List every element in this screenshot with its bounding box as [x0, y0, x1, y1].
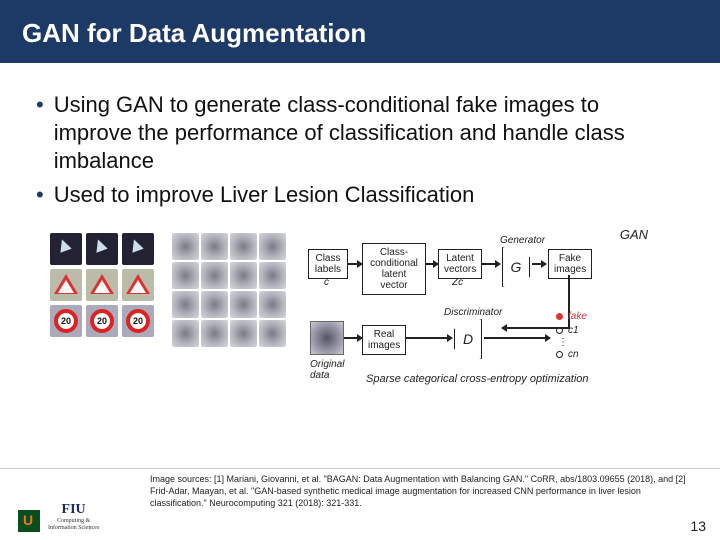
- sign-thumbnail: 20: [122, 305, 154, 337]
- slide-content: • Using GAN to generate class-conditiona…: [0, 63, 720, 393]
- class-labels-var: c: [324, 277, 329, 288]
- output-dot: [556, 351, 563, 358]
- arrow-icon: [532, 263, 546, 265]
- lesion-thumbnail: [172, 320, 199, 347]
- gan-caption: Sparse categorical cross-entropy optimiz…: [366, 373, 589, 385]
- bullet-text: Using GAN to generate class-conditional …: [54, 91, 670, 175]
- um-logo-icon: [18, 510, 40, 532]
- lesion-thumbnail: [259, 262, 286, 289]
- gan-architecture-diagram: GAN Class labels c Class- conditional la…: [304, 233, 670, 393]
- generator-label: Generator: [500, 235, 545, 246]
- latent-var: Zc: [452, 277, 463, 288]
- lesion-thumbnail: [230, 320, 257, 347]
- sign-thumbnail: [122, 233, 154, 265]
- speed-value: 20: [90, 309, 114, 333]
- lesion-thumbnail: [201, 233, 228, 260]
- output-dots-icon: ⋮: [558, 337, 568, 348]
- arrow-icon: [344, 337, 362, 339]
- citation-text: Image sources: [1] Mariani, Giovanni, et…: [150, 473, 696, 509]
- fiu-subtitle: Computing & Information Sciences: [48, 518, 99, 532]
- discriminator-symbol: D: [463, 331, 473, 347]
- lesion-thumbnail: [230, 262, 257, 289]
- lesion-thumbnail: [259, 291, 286, 318]
- original-data-label: Original data: [310, 359, 344, 381]
- fake-images-box: Fake images: [548, 249, 592, 279]
- sign-thumbnail: [86, 269, 118, 301]
- speed-value: 20: [54, 309, 78, 333]
- discriminator-label: Discriminator: [444, 307, 502, 318]
- sign-thumbnail: 20: [86, 305, 118, 337]
- output-dot-fake: [556, 313, 563, 320]
- affiliation-logos: FIU Computing & Information Sciences: [18, 502, 99, 532]
- slide-title: GAN for Data Augmentation: [0, 0, 720, 63]
- arrow-icon: [426, 263, 438, 265]
- lesion-thumbnail: [230, 233, 257, 260]
- bullet-item: • Used to improve Liver Lesion Classific…: [50, 181, 670, 209]
- real-images-box: Real images: [362, 325, 406, 355]
- output-label-fake: fake: [568, 311, 587, 322]
- arrow-icon: [406, 337, 452, 339]
- sign-thumbnail: [50, 233, 82, 265]
- lesion-grid: [172, 233, 286, 347]
- output-dot: [556, 327, 563, 334]
- bullet-text: Used to improve Liver Lesion Classificat…: [54, 181, 475, 209]
- arrow-icon: [348, 263, 362, 265]
- lesion-thumbnail: [201, 262, 228, 289]
- lesion-thumbnail: [201, 291, 228, 318]
- sign-thumbnail: [122, 269, 154, 301]
- speed-value: 20: [126, 309, 150, 333]
- arrow-icon: [482, 263, 500, 265]
- lesion-thumbnail: [172, 291, 199, 318]
- bullet-dot-icon: •: [36, 181, 44, 209]
- lesion-thumbnail: [172, 262, 199, 289]
- sign-thumbnail: [50, 269, 82, 301]
- page-number: 13: [690, 518, 706, 534]
- sign-thumbnail: 20: [50, 305, 82, 337]
- lesion-thumbnail: [172, 233, 199, 260]
- conditional-latent-box: Class- conditional latent vector: [362, 243, 426, 295]
- output-label-c1: c1: [568, 325, 579, 336]
- bullet-dot-icon: •: [36, 91, 44, 119]
- original-data-thumbnail: [310, 321, 344, 355]
- sign-thumbnail: [86, 233, 118, 265]
- lesion-thumbnail: [230, 291, 257, 318]
- fiu-name: FIU: [48, 502, 99, 518]
- generator-symbol: G: [511, 259, 522, 275]
- discriminator-block: D: [454, 319, 482, 359]
- lesion-thumbnail: [259, 233, 286, 260]
- figure-row: 20 20 20 GAN Class labels c Class- condi…: [50, 233, 670, 393]
- lesion-thumbnail: [201, 320, 228, 347]
- latent-vectors-box: Latent vectors: [438, 249, 482, 279]
- lesion-thumbnail: [259, 320, 286, 347]
- arrow-icon: [484, 337, 550, 339]
- fiu-logo: FIU Computing & Information Sciences: [48, 502, 99, 532]
- class-labels-box: Class labels: [308, 249, 348, 279]
- generator-block: G: [502, 247, 530, 287]
- bullet-item: • Using GAN to generate class-conditiona…: [50, 91, 670, 175]
- slide-footer: Image sources: [1] Mariani, Giovanni, et…: [0, 468, 720, 540]
- gan-title-label: GAN: [620, 227, 648, 242]
- output-label-cn: cn: [568, 349, 579, 360]
- traffic-sign-grid: 20 20 20: [50, 233, 154, 337]
